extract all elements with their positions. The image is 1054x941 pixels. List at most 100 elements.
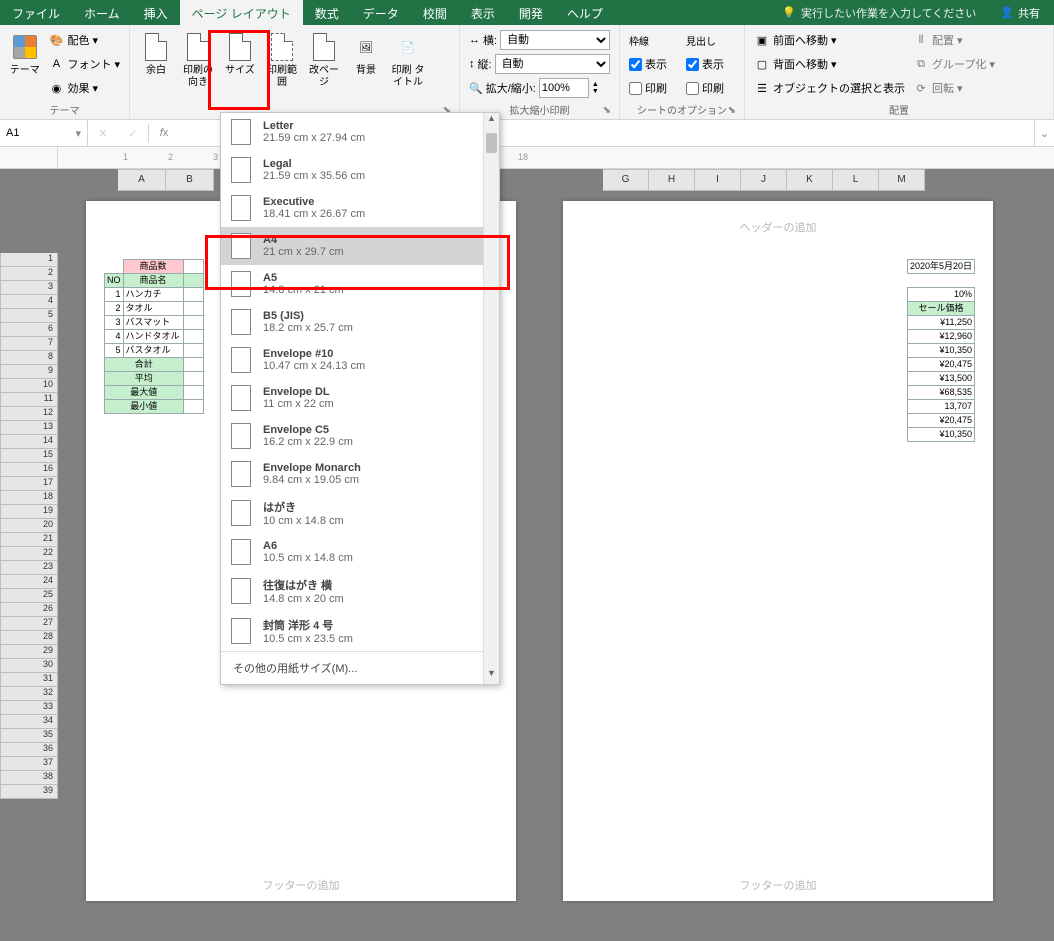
- tab-ページ レイアウト[interactable]: ページ レイアウト: [180, 0, 303, 25]
- cancel-formula-button[interactable]: ✕: [88, 127, 118, 140]
- row-header[interactable]: 19: [0, 505, 58, 519]
- col-header[interactable]: M: [879, 169, 925, 191]
- row-header[interactable]: 16: [0, 463, 58, 477]
- size-option-A6[interactable]: A610.5 cm x 14.8 cm: [221, 533, 499, 571]
- headings-print-check[interactable]: 印刷: [683, 77, 738, 99]
- size-option-Executive[interactable]: Executive18.41 cm x 26.67 cm: [221, 189, 499, 227]
- row-header[interactable]: 2: [0, 267, 58, 281]
- footer-zone-1[interactable]: フッターの追加: [86, 869, 516, 901]
- row-header[interactable]: 15: [0, 449, 58, 463]
- row-header[interactable]: 29: [0, 645, 58, 659]
- size-button[interactable]: サイズ: [220, 29, 260, 79]
- col-header[interactable]: J: [741, 169, 787, 191]
- col-header[interactable]: G: [603, 169, 649, 191]
- tab-校閲[interactable]: 校閲: [411, 0, 459, 25]
- tell-me-search[interactable]: 💡 実行したい作業を入力してください: [772, 0, 986, 25]
- row-header[interactable]: 28: [0, 631, 58, 645]
- row-header[interactable]: 25: [0, 589, 58, 603]
- margins-button[interactable]: 余白: [136, 29, 176, 79]
- fonts-button[interactable]: Aフォント▾: [45, 53, 123, 75]
- header-zone-2[interactable]: ヘッダーの追加: [563, 201, 993, 253]
- name-box-dropdown[interactable]: ▾: [69, 127, 87, 140]
- size-option-A5[interactable]: A514.8 cm x 21 cm: [221, 265, 499, 303]
- more-paper-sizes[interactable]: その他の用紙サイズ(M)...: [221, 651, 499, 684]
- size-option-Legal[interactable]: Legal21.59 cm x 35.56 cm: [221, 151, 499, 189]
- row-header[interactable]: 30: [0, 659, 58, 673]
- row-header[interactable]: 20: [0, 519, 58, 533]
- scale-input[interactable]: [539, 78, 589, 98]
- row-header[interactable]: 35: [0, 729, 58, 743]
- enter-formula-button[interactable]: ✓: [118, 127, 148, 140]
- size-option-A4[interactable]: A421 cm x 29.7 cm: [221, 227, 499, 265]
- tab-開発[interactable]: 開発: [507, 0, 555, 25]
- row-header[interactable]: 21: [0, 533, 58, 547]
- row-header[interactable]: 27: [0, 617, 58, 631]
- row-header[interactable]: 14: [0, 435, 58, 449]
- print-titles-button[interactable]: 📄印刷 タイトル: [388, 29, 428, 91]
- width-select[interactable]: 自動: [500, 30, 610, 50]
- size-option-往復はがき-横[interactable]: 往復はがき 横14.8 cm x 20 cm: [221, 571, 499, 611]
- col-header[interactable]: A: [118, 169, 166, 191]
- name-box-input[interactable]: [6, 127, 66, 139]
- row-header[interactable]: 10: [0, 379, 58, 393]
- fx-button[interactable]: fx: [149, 127, 179, 139]
- headings-view-check[interactable]: 表示: [683, 53, 738, 75]
- scale-launcher[interactable]: ⬊: [603, 105, 611, 116]
- size-option-封筒-洋形-4-号[interactable]: 封筒 洋形 4 号10.5 cm x 23.5 cm: [221, 611, 499, 651]
- row-header[interactable]: 26: [0, 603, 58, 617]
- tab-数式[interactable]: 数式: [303, 0, 351, 25]
- print-area-button[interactable]: 印刷範囲: [262, 29, 302, 91]
- row-header[interactable]: 23: [0, 561, 58, 575]
- share-button[interactable]: 👤 共有: [986, 0, 1054, 25]
- menu-scrollbar[interactable]: ▲ ▼: [483, 113, 499, 684]
- row-header[interactable]: 37: [0, 757, 58, 771]
- row-header[interactable]: 31: [0, 673, 58, 687]
- col-header[interactable]: I: [695, 169, 741, 191]
- row-header[interactable]: 6: [0, 323, 58, 337]
- row-header[interactable]: 18: [0, 491, 58, 505]
- row-header[interactable]: 13: [0, 421, 58, 435]
- tab-ホーム[interactable]: ホーム: [72, 0, 132, 25]
- tab-ファイル[interactable]: ファイル: [0, 0, 72, 25]
- row-header[interactable]: 5: [0, 309, 58, 323]
- tab-ヘルプ[interactable]: ヘルプ: [555, 0, 615, 25]
- size-option-B5-(JIS)[interactable]: B5 (JIS)18.2 cm x 25.7 cm: [221, 303, 499, 341]
- footer-zone-2[interactable]: フッターの追加: [563, 869, 993, 901]
- row-header[interactable]: 38: [0, 771, 58, 785]
- colors-button[interactable]: 🎨配色▾: [45, 29, 123, 51]
- scale-up[interactable]: ▲: [592, 81, 599, 88]
- row-header[interactable]: 33: [0, 701, 58, 715]
- bring-forward-button[interactable]: ▣前面へ移動▾: [751, 29, 908, 51]
- col-header[interactable]: K: [787, 169, 833, 191]
- grid-print-check[interactable]: 印刷: [626, 77, 681, 99]
- breaks-button[interactable]: 改ページ: [304, 29, 344, 91]
- send-backward-button[interactable]: ▢背面へ移動▾: [751, 53, 908, 75]
- tab-挿入[interactable]: 挿入: [132, 0, 180, 25]
- row-header[interactable]: 11: [0, 393, 58, 407]
- sheet-opts-launcher[interactable]: ⬊: [728, 105, 736, 116]
- size-option-Envelope-Monarch[interactable]: Envelope Monarch9.84 cm x 19.05 cm: [221, 455, 499, 493]
- effects-button[interactable]: ◉効果▾: [45, 77, 123, 99]
- size-option-Letter[interactable]: Letter21.59 cm x 27.94 cm: [221, 113, 499, 151]
- row-header[interactable]: 22: [0, 547, 58, 561]
- col-header[interactable]: L: [833, 169, 879, 191]
- size-option-はがき[interactable]: はがき10 cm x 14.8 cm: [221, 493, 499, 533]
- size-option-Envelope-C5[interactable]: Envelope C516.2 cm x 22.9 cm: [221, 417, 499, 455]
- row-header[interactable]: 8: [0, 351, 58, 365]
- row-header[interactable]: 39: [0, 785, 58, 799]
- scroll-thumb[interactable]: [486, 133, 497, 153]
- formula-expand-button[interactable]: ⌄: [1034, 120, 1054, 146]
- name-box[interactable]: ▾: [0, 120, 88, 146]
- scale-down[interactable]: ▼: [592, 88, 599, 95]
- row-header[interactable]: 34: [0, 715, 58, 729]
- row-header[interactable]: 1: [0, 253, 58, 267]
- row-header[interactable]: 32: [0, 687, 58, 701]
- row-header[interactable]: 12: [0, 407, 58, 421]
- row-header[interactable]: 3: [0, 281, 58, 295]
- height-select[interactable]: 自動: [495, 54, 610, 74]
- row-header[interactable]: 17: [0, 477, 58, 491]
- row-header[interactable]: 7: [0, 337, 58, 351]
- themes-button[interactable]: テーマ: [6, 29, 43, 79]
- size-option-Envelope-#10[interactable]: Envelope #1010.47 cm x 24.13 cm: [221, 341, 499, 379]
- tab-データ[interactable]: データ: [351, 0, 411, 25]
